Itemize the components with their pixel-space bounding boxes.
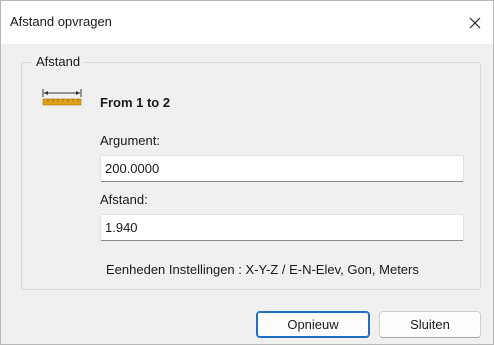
argument-field[interactable] bbox=[100, 155, 464, 182]
afstand-field[interactable] bbox=[100, 214, 464, 241]
measurement-heading: From 1 to 2 bbox=[100, 95, 171, 110]
close-button[interactable] bbox=[457, 1, 493, 44]
close-icon bbox=[469, 17, 481, 28]
window-title: Afstand opvragen bbox=[10, 14, 112, 29]
opnieuw-button[interactable]: Opnieuw bbox=[256, 311, 370, 338]
sluiten-button[interactable]: Sluiten bbox=[379, 311, 481, 338]
afstand-label: Afstand: bbox=[100, 192, 148, 207]
title-bar[interactable]: Afstand opvragen bbox=[1, 1, 493, 44]
groupbox-label: Afstand bbox=[32, 54, 85, 69]
ruler-icon bbox=[42, 89, 82, 106]
argument-label: Argument: bbox=[100, 133, 160, 148]
dialog-window: Afstand opvragen Afstand From 1 to 2 Arg… bbox=[0, 0, 494, 345]
units-settings-text: Eenheden Instellingen : X-Y-Z / E-N-Elev… bbox=[106, 262, 419, 277]
